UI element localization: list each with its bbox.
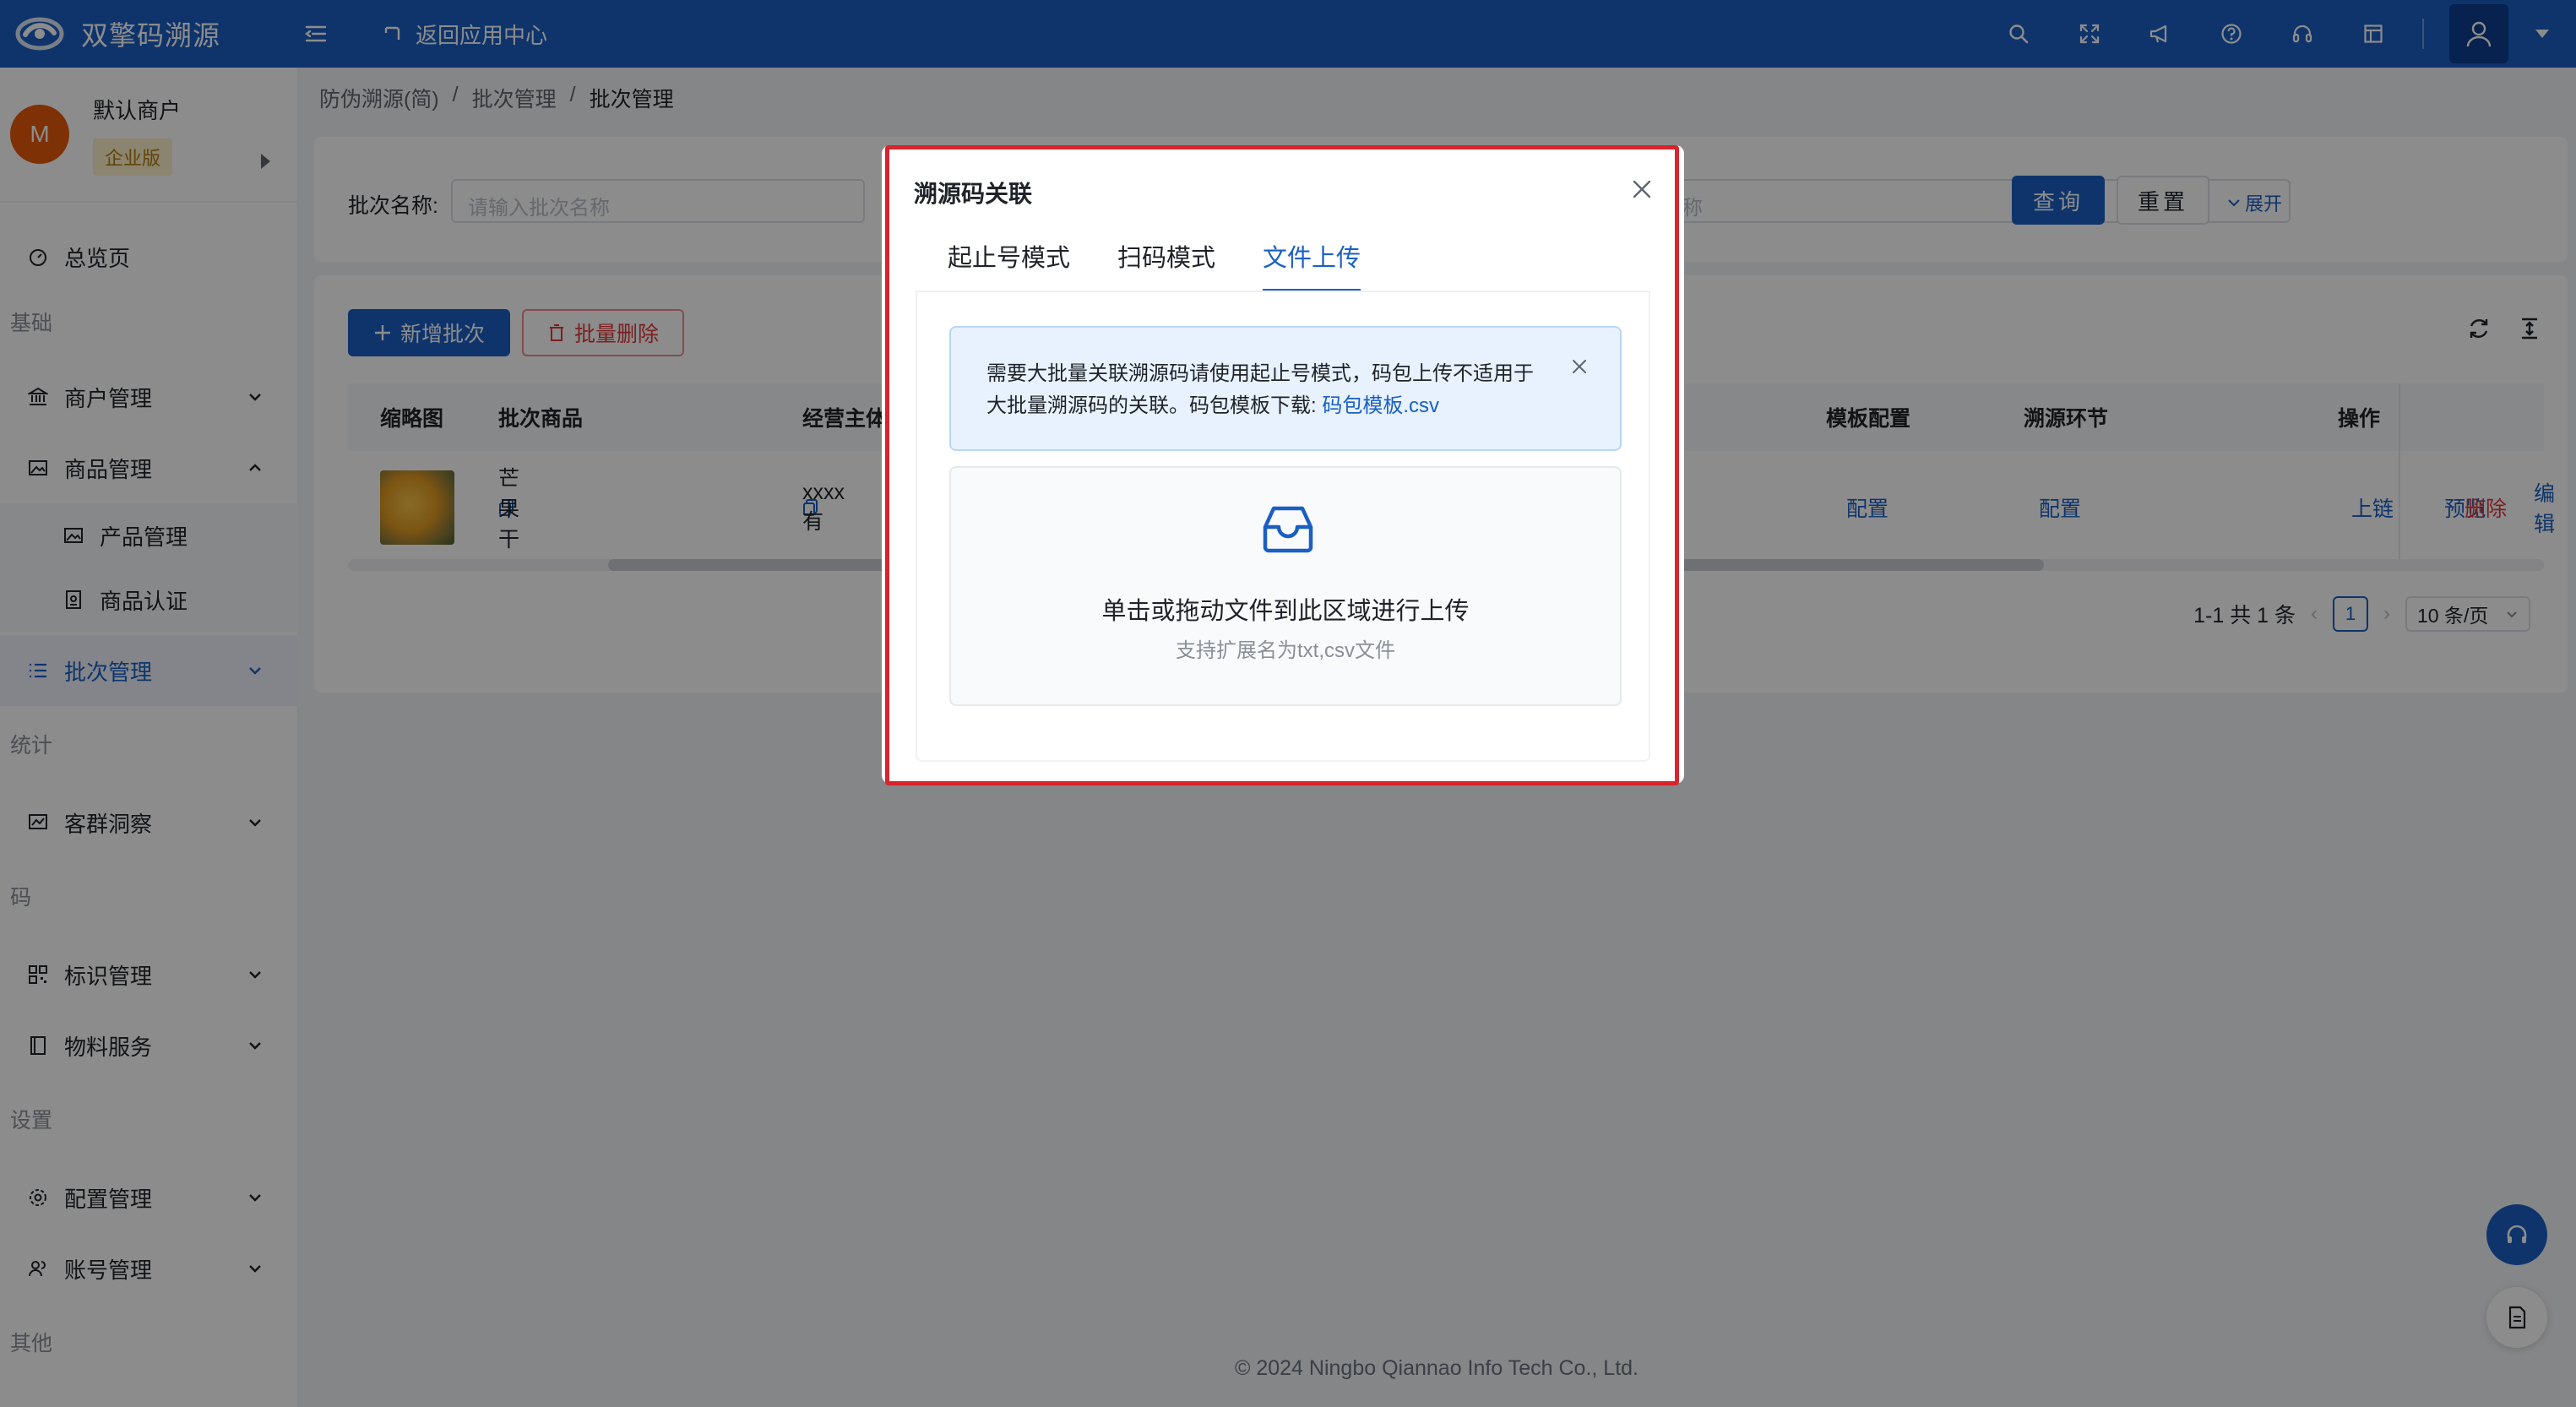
info-alert: 需要大批量关联溯源码请使用起止号模式，码包上传不适用于大批量溯源码的关联。码包模… bbox=[949, 326, 1622, 451]
template-download-link[interactable]: 码包模板.csv bbox=[1322, 394, 1439, 417]
dropzone-title: 单击或拖动文件到此区域进行上传 bbox=[1101, 598, 1470, 625]
modal-tabs: 起止号模式 扫码模式 文件上传 bbox=[948, 238, 1361, 292]
inbox-icon bbox=[1263, 506, 1313, 553]
dropzone-hint: 支持扩展名为txt,csv文件 bbox=[1175, 639, 1395, 662]
modal-title: 溯源码关联 bbox=[914, 181, 1033, 207]
tab-scan-mode[interactable]: 扫码模式 bbox=[1117, 238, 1215, 292]
alert-text: 需要大批量关联溯源码请使用起止号模式，码包上传不适用于大批量溯源码的关联。码包模… bbox=[986, 362, 1534, 417]
file-upload-dropzone[interactable]: 单击或拖动文件到此区域进行上传 支持扩展名为txt,csv文件 bbox=[949, 466, 1622, 706]
close-icon[interactable] bbox=[1623, 171, 1660, 208]
close-icon[interactable] bbox=[1568, 355, 1591, 378]
trace-code-link-modal: 溯源码关联 起止号模式 扫码模式 文件上传 需要大批量关联溯源码请使用起止号模式… bbox=[882, 145, 1684, 784]
tab-range-mode[interactable]: 起止号模式 bbox=[948, 238, 1070, 292]
tab-file-upload[interactable]: 文件上传 bbox=[1263, 238, 1361, 292]
